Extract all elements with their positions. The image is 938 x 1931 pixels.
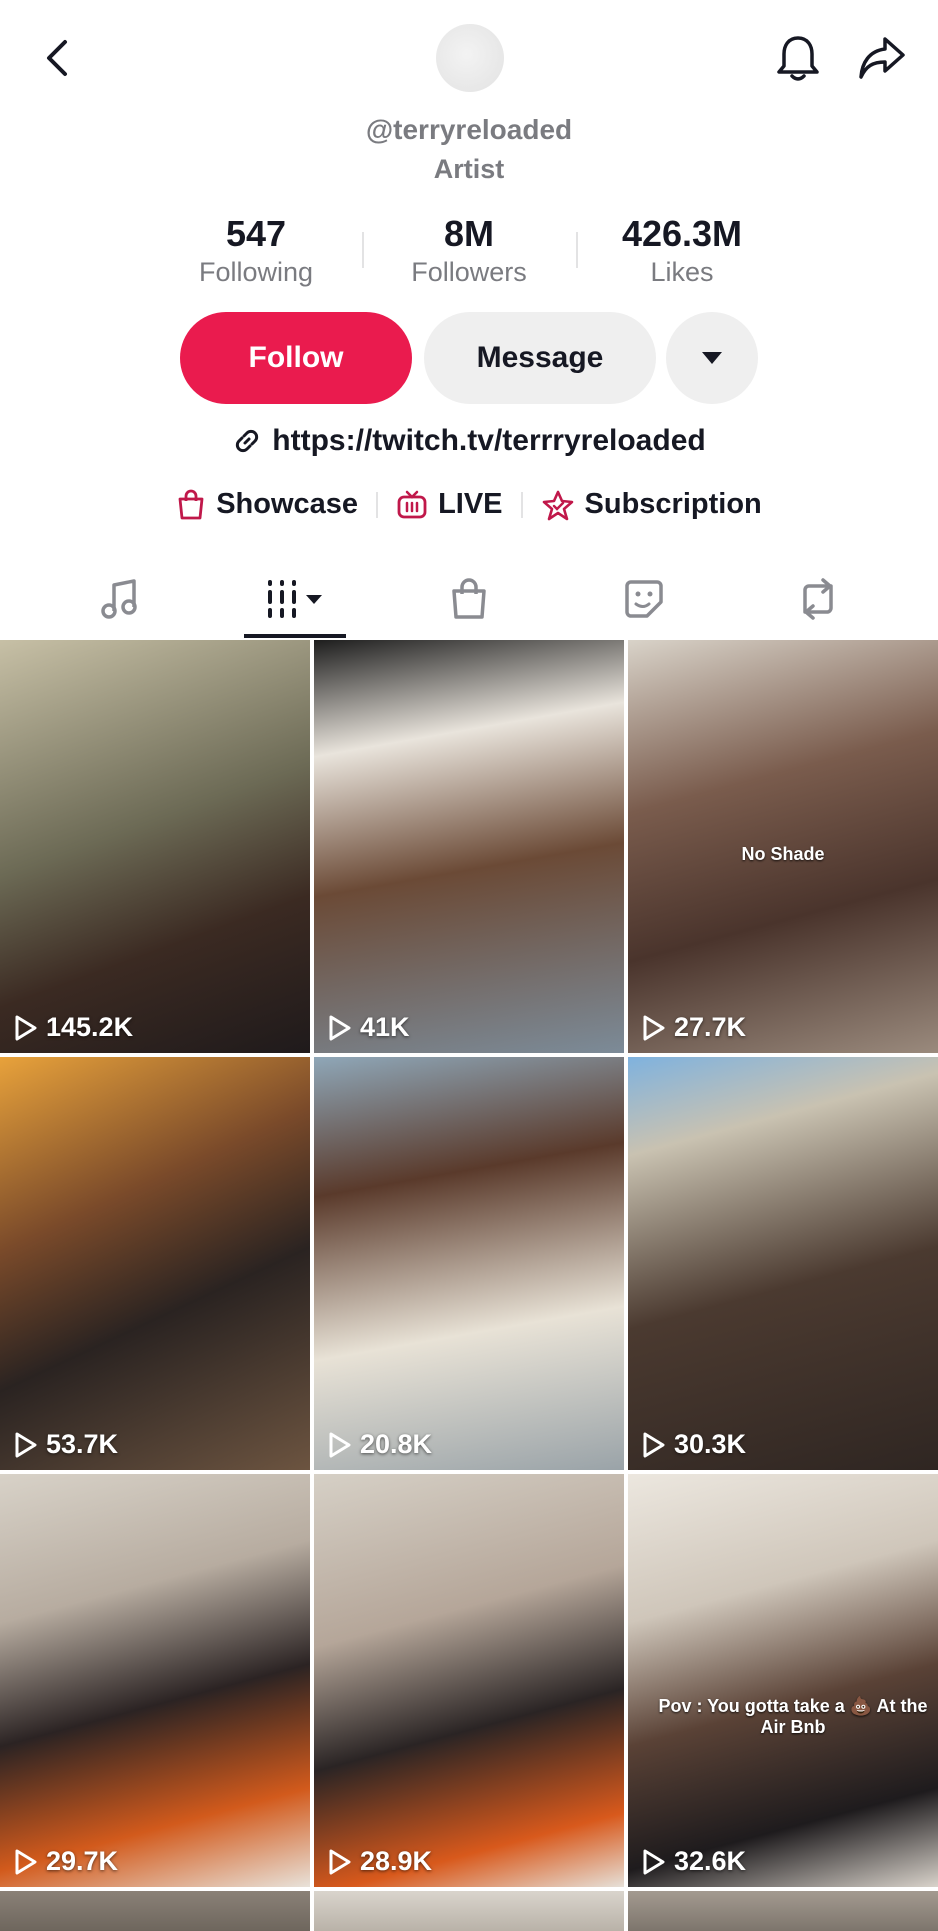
view-count: 32.6K: [642, 1846, 746, 1877]
view-count: 41K: [328, 1012, 410, 1043]
view-count: 27.7K: [642, 1012, 746, 1043]
tab-shop[interactable]: [409, 560, 529, 638]
play-icon: [329, 1849, 351, 1874]
chevron-left-icon: [47, 40, 67, 76]
tab-reposts[interactable]: [758, 560, 878, 638]
stat-divider: [362, 232, 364, 268]
follow-button[interactable]: Follow: [180, 312, 412, 404]
stat-label: Followers: [411, 257, 527, 287]
video-thumbnail[interactable]: 30.3K: [628, 1057, 938, 1470]
play-icon: [15, 1432, 37, 1457]
stat-following[interactable]: 547 Following: [156, 212, 356, 288]
triangle-down-icon: [702, 352, 722, 364]
video-thumbnail[interactable]: 29.7K: [0, 1474, 310, 1887]
view-count-text: 29.7K: [46, 1846, 119, 1876]
link-icon: [236, 429, 259, 453]
view-count-text: 20.8K: [360, 1429, 433, 1459]
showcase-label: Showcase: [216, 488, 359, 520]
video-thumbnail[interactable]: [0, 1891, 310, 1931]
live-label: LIVE: [438, 488, 503, 520]
active-tab-indicator: [244, 634, 346, 638]
profile-stats: 547 Following 8M Followers 426.3M Likes: [0, 212, 938, 292]
play-icon: [643, 1015, 665, 1040]
stat-label: Following: [198, 257, 314, 287]
view-count-text: 145.2K: [46, 1012, 134, 1042]
video-thumbnail[interactable]: No Shade 27.7K: [628, 640, 938, 1053]
view-count: 28.9K: [328, 1846, 432, 1877]
video-thumbnail[interactable]: [314, 1891, 624, 1931]
stat-likes[interactable]: 426.3M Likes: [582, 212, 782, 288]
stat-value: 547: [225, 213, 287, 254]
shopping-bag-icon: [452, 578, 486, 619]
live-tv-icon: [397, 490, 427, 518]
share-arrow-icon: [859, 37, 905, 79]
top-bar: [0, 0, 938, 120]
notification-button[interactable]: [768, 28, 828, 88]
tab-videos[interactable]: [235, 560, 355, 638]
share-button[interactable]: [852, 28, 912, 88]
bell-icon: [777, 36, 819, 81]
message-button[interactable]: Message: [424, 312, 656, 404]
stat-followers[interactable]: 8M Followers: [369, 212, 569, 288]
view-count: 145.2K: [14, 1012, 133, 1043]
tab-music[interactable]: [60, 560, 180, 638]
music-note-icon: [101, 579, 137, 619]
video-thumbnail[interactable]: 41K: [314, 640, 624, 1053]
view-count: 30.3K: [642, 1429, 746, 1460]
shopping-bag-icon: [178, 489, 204, 519]
view-count: 53.7K: [14, 1429, 118, 1460]
stat-divider: [576, 232, 578, 268]
profile-handle: @terryreloaded: [365, 114, 573, 145]
profile-bio: Artist: [433, 154, 505, 184]
view-count: 20.8K: [328, 1429, 432, 1460]
view-count-text: 41K: [360, 1012, 410, 1042]
video-thumbnail[interactable]: 145.2K: [0, 640, 310, 1053]
video-thumbnail[interactable]: 28.9K: [314, 1474, 624, 1887]
view-count-text: 28.9K: [360, 1846, 433, 1876]
star-badge-icon: [542, 490, 573, 520]
video-thumbnail[interactable]: 53.7K: [0, 1057, 310, 1470]
videos-grid-icon: [268, 580, 322, 618]
feature-row: Showcase LIVE Subscription: [0, 488, 938, 521]
view-count: 29.7K: [14, 1846, 118, 1877]
video-thumbnail[interactable]: 20.8K: [314, 1057, 624, 1470]
repost-icon: [803, 578, 833, 620]
sticker-icon: [625, 580, 663, 618]
video-thumbnail[interactable]: [628, 1891, 938, 1931]
subscription-label: Subscription: [584, 488, 762, 520]
tab-stickers[interactable]: [584, 560, 704, 638]
play-icon: [15, 1849, 37, 1874]
content-tabs: [0, 560, 938, 638]
feature-divider: [376, 491, 379, 518]
stat-label: Likes: [650, 257, 714, 287]
video-caption: Pov : You gotta take a 💩 At the Air Bnb: [658, 1696, 928, 1737]
view-count-text: 30.3K: [674, 1429, 747, 1459]
view-count-text: 32.6K: [674, 1846, 747, 1876]
play-icon: [643, 1432, 665, 1457]
avatar[interactable]: [436, 24, 504, 92]
more-options-button[interactable]: [666, 312, 758, 404]
video-caption: No Shade: [741, 844, 825, 864]
showcase-link[interactable]: Showcase: [176, 488, 358, 521]
view-count-text: 53.7K: [46, 1429, 119, 1459]
play-icon: [329, 1432, 351, 1457]
back-button[interactable]: [28, 30, 84, 86]
play-icon: [329, 1015, 351, 1040]
feature-divider: [520, 491, 523, 518]
play-icon: [15, 1015, 37, 1040]
view-count-text: 27.7K: [674, 1012, 747, 1042]
stat-value: 8M: [443, 213, 494, 254]
video-thumbnail[interactable]: Pov : You gotta take a 💩 At the Air Bnb …: [628, 1474, 938, 1887]
profile-link-text: https://twitch.tv/terrryreloaded: [272, 424, 706, 457]
live-link[interactable]: LIVE: [396, 488, 503, 521]
profile-link[interactable]: https://twitch.tv/terrryreloaded: [0, 424, 938, 458]
subscription-link[interactable]: Subscription: [541, 488, 762, 521]
play-icon: [643, 1849, 665, 1874]
stat-value: 426.3M: [621, 213, 743, 254]
